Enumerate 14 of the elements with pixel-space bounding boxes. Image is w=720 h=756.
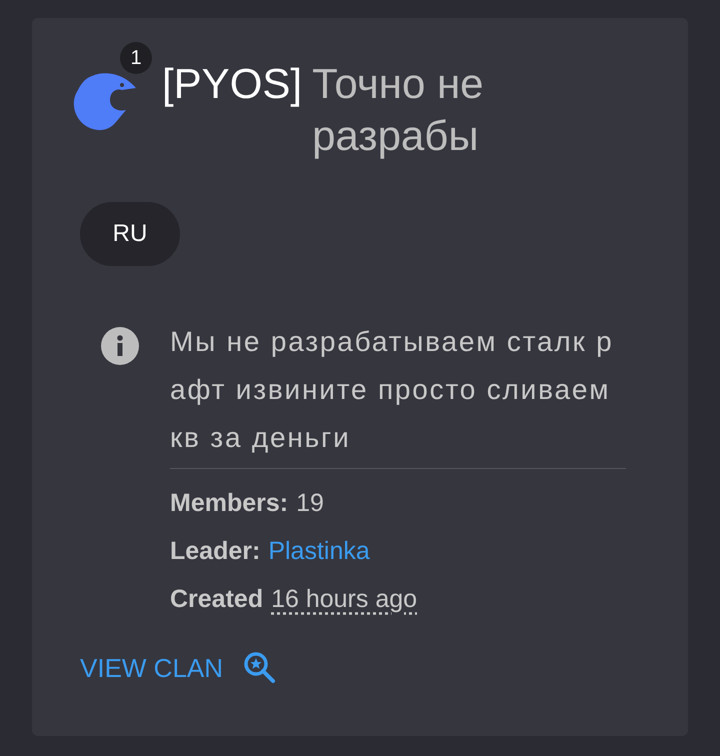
info-icon <box>100 326 140 366</box>
stat-label: Created <box>170 585 264 613</box>
search-icon[interactable] <box>243 651 278 685</box>
notification-badge: 1 <box>120 42 152 74</box>
stat-label: Members: <box>170 489 288 517</box>
clan-tag: [PYOS] <box>162 58 302 162</box>
view-clan-button[interactable]: VIEW CLAN <box>80 651 278 685</box>
created-time: 16 hours ago <box>271 585 418 613</box>
leader-link[interactable]: Plastinka <box>268 537 370 565</box>
language-chip: RU <box>80 202 180 266</box>
clan-name: Точно не разрабы <box>312 59 485 161</box>
stat-value: 19 <box>296 489 324 517</box>
clan-description: Мы не разрабатываем сталк рафт извините просто сливаем кв за деньги <box>170 325 615 455</box>
stat-label: Leader: <box>170 537 260 565</box>
